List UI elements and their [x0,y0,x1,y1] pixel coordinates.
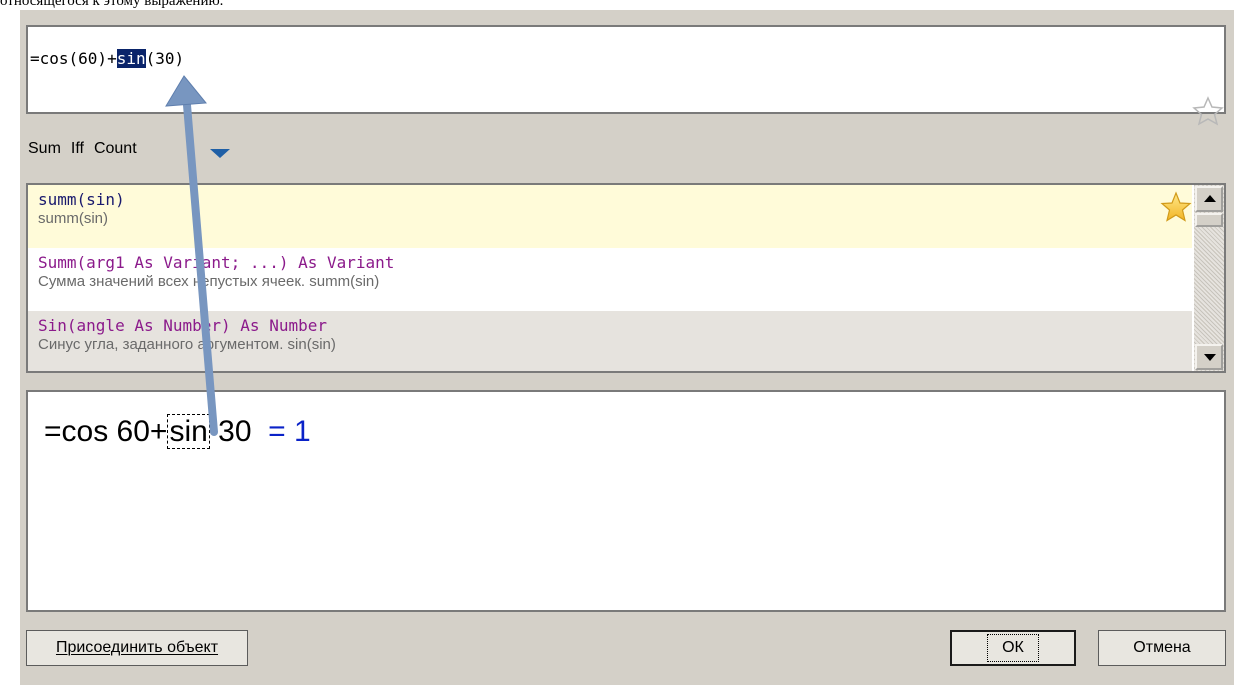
preview-result: = 1 [259,415,311,448]
vertical-scrollbar[interactable] [1194,185,1224,371]
suggestion-description: Синус угла, заданного аргументом. sin(si… [38,336,336,353]
preview-prefix: =cos 60+ [44,415,168,448]
suggestion-signature: Summ(arg1 As Variant; ...) As Variant [38,253,395,272]
cancel-button[interactable]: Отмена [1098,630,1226,666]
suggestion-item[interactable]: summ(sin) summ(sin) [28,185,1192,248]
cancel-label: Отмена [1133,639,1191,656]
attach-object-button[interactable]: Присоединить объект [26,630,248,666]
tab-sum[interactable]: Sum [28,140,61,158]
formula-input[interactable]: =cos(60)+sin(30) [26,25,1226,126]
suggestion-description: Сумма значений всех непустых ячеек. summ… [38,273,380,290]
triangle-down-icon[interactable] [210,149,230,158]
scroll-thumb[interactable] [1195,213,1223,227]
scroll-down-button[interactable] [1195,344,1223,370]
formula-editor-dialog: =cos(60)+sin(30) Sum Iff Count summ(sin)… [20,10,1234,685]
function-tabs: Sum Iff Count [28,137,147,161]
formula-text[interactable]: =cos(60)+sin(30) [30,49,184,69]
formula-text-after: (30) [145,49,185,68]
suggestion-item[interactable]: Sin(angle As Number) As Number Синус угл… [28,311,1192,371]
formula-selection: sin [116,49,146,68]
ok-button[interactable]: ОК [950,630,1076,666]
ok-label: ОК [987,634,1039,662]
suggestion-description: summ(sin) [38,210,108,227]
scroll-up-button[interactable] [1195,186,1223,212]
tab-iff[interactable]: Iff [71,140,84,158]
star-filled-icon[interactable] [1160,191,1192,223]
star-outline-icon[interactable] [1192,96,1224,126]
preview-suffix: 30 [209,415,260,448]
preview-focus-token[interactable]: sin [167,414,210,449]
arrow-up-icon [1204,195,1216,202]
attach-object-label: Присоединить объект [55,639,219,656]
suggestion-list: summ(sin) summ(sin) Summ(arg1 As Variant… [26,183,1226,373]
tab-count[interactable]: Count [94,140,137,158]
suggestion-signature: Sin(angle As Number) As Number [38,316,327,335]
top-caption: относящегося к этому выражению. [0,0,224,8]
preview-expression: =cos 60+sin 30 = 1 [44,412,311,452]
suggestion-signature: summ(sin) [38,190,125,209]
arrow-down-icon [1204,354,1216,361]
formula-preview: =cos 60+sin 30 = 1 [26,390,1226,612]
suggestion-item[interactable]: Summ(arg1 As Variant; ...) As Variant Су… [28,248,1192,311]
formula-text-before: =cos(60)+ [30,49,117,68]
